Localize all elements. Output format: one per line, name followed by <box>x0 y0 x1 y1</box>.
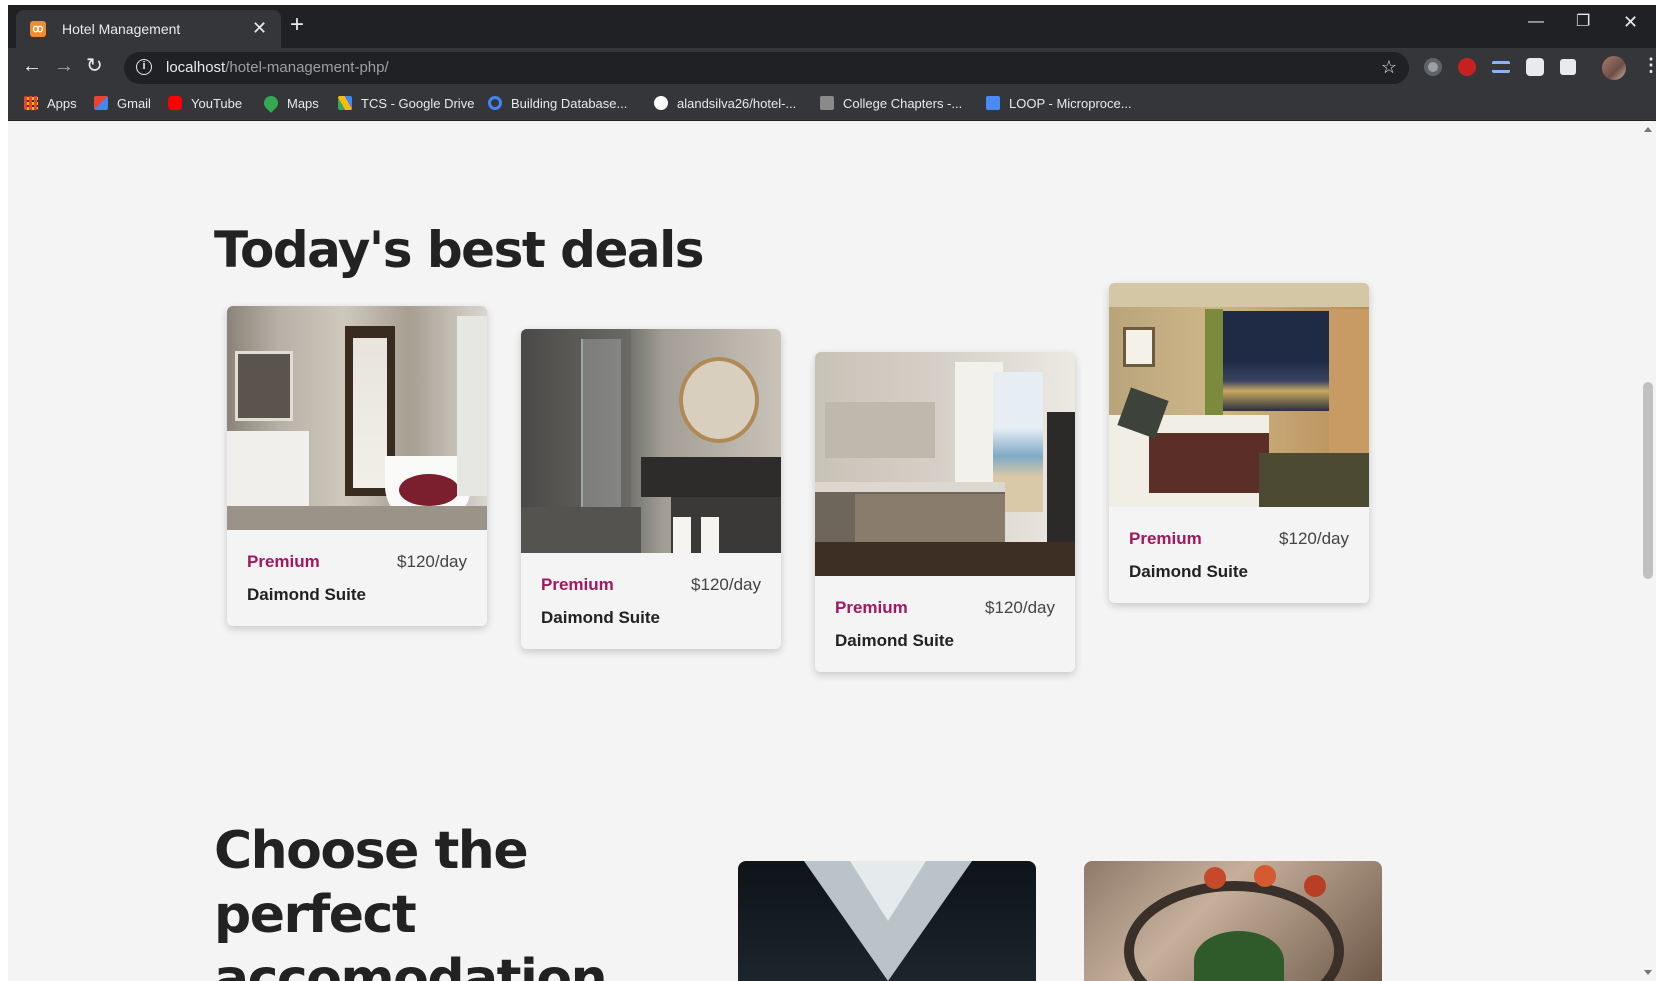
bookmark-loop-microprocessor[interactable]: LOOP - Microproce... <box>986 94 1132 114</box>
accommodation-heading: Choose the perfect accomodation <box>214 821 608 981</box>
tab-strip: ꝏ Hotel Management ✕ + — ❐ ✕ <box>8 5 1656 48</box>
site-info-icon[interactable]: i <box>136 59 152 75</box>
tab-close-icon[interactable]: ✕ <box>252 18 267 38</box>
scrollbar-thumb[interactable] <box>1643 382 1653 579</box>
card-room-name: Daimond Suite <box>835 631 955 650</box>
xampp-favicon-icon: ꝏ <box>30 21 46 37</box>
bookmark-gmail[interactable]: Gmail <box>94 94 151 114</box>
bathroom-mirror-photo <box>521 329 781 553</box>
page-viewport[interactable]: Today's best deals Premium $120/day Daim… <box>8 121 1640 981</box>
card-price: $120/day <box>985 598 1055 617</box>
deal-card-body: Premium $120/day Daimond Suite <box>815 576 1075 672</box>
card-price: $120/day <box>1279 529 1349 548</box>
deal-card[interactable]: Premium $120/day Daimond Suite <box>1109 283 1369 603</box>
bookmark-youtube[interactable]: YouTube <box>168 94 242 114</box>
bookmark-tcs-drive[interactable]: TCS - Google Drive <box>338 94 474 114</box>
deal-card[interactable]: Premium $120/day Daimond Suite <box>521 329 781 649</box>
infinity-icon <box>488 96 502 110</box>
maps-pin-icon <box>261 93 281 113</box>
forward-button[interactable]: → <box>54 54 74 78</box>
extensions-puzzle-icon[interactable] <box>1560 59 1576 75</box>
address-bar[interactable]: i localhost/hotel-management-php/ ☆ <box>124 52 1409 84</box>
browser-window: ꝏ Hotel Management ✕ + — ❐ ✕ ← → ↻ i loc… <box>8 5 1656 981</box>
deal-card-body: Premium $120/day Daimond Suite <box>1109 507 1369 603</box>
bathroom-photo <box>227 306 487 530</box>
new-tab-button[interactable]: + <box>290 13 304 37</box>
deal-card-body: Premium $120/day Daimond Suite <box>227 530 487 626</box>
card-tier-label: Premium <box>247 552 320 571</box>
url-host: localhost <box>166 59 226 76</box>
card-price: $120/day <box>397 552 467 571</box>
scroll-down-arrow-icon[interactable] <box>1644 970 1652 975</box>
spiral-staircase-plants-photo[interactable] <box>1084 861 1382 981</box>
page-scrollbar[interactable] <box>1640 121 1656 981</box>
maximize-button[interactable]: ❐ <box>1576 13 1590 31</box>
screenshot-camera-icon[interactable] <box>1526 58 1544 76</box>
cc-icon <box>820 96 834 110</box>
url-text[interactable]: localhost/hotel-management-php/ <box>166 59 389 76</box>
bookmark-building-database[interactable]: Building Database... <box>488 94 627 114</box>
extension-lines-icon[interactable] <box>1492 61 1510 73</box>
youtube-icon <box>168 96 182 110</box>
deal-card[interactable]: Premium $120/day Daimond Suite <box>815 352 1075 672</box>
github-icon <box>654 96 668 110</box>
gmail-icon <box>94 96 108 110</box>
hotel-room-night-photo <box>1109 283 1369 507</box>
url-path: /hotel-management-php/ <box>225 59 389 76</box>
bookmarks-bar: Apps Gmail YouTube Maps TCS - Google Dri… <box>8 88 1656 120</box>
browser-menu-icon[interactable]: ⋮ <box>1642 55 1656 76</box>
bookmark-college-chapters[interactable]: College Chapters -... <box>820 94 962 114</box>
close-window-button[interactable]: ✕ <box>1623 13 1638 31</box>
skylight-architecture-photo[interactable] <box>738 861 1036 981</box>
apps-grid-icon <box>24 96 38 110</box>
back-button[interactable]: ← <box>22 54 42 78</box>
bookmark-github-hotel[interactable]: alandsilva26/hotel-... <box>654 94 796 114</box>
tab-hotel-management[interactable]: ꝏ Hotel Management ✕ <box>16 10 281 48</box>
loop-doc-icon <box>986 96 1000 110</box>
card-tier-label: Premium <box>541 575 614 594</box>
browser-toolbar: ← → ↻ i localhost/hotel-management-php/ … <box>8 48 1656 88</box>
minimize-button[interactable]: — <box>1528 13 1544 31</box>
bedroom-balcony-photo <box>815 352 1075 576</box>
card-room-name: Daimond Suite <box>247 585 367 604</box>
card-tier-label: Premium <box>835 598 908 617</box>
profile-avatar[interactable] <box>1602 56 1626 80</box>
bookmark-maps[interactable]: Maps <box>261 93 319 114</box>
ublock-origin-icon[interactable] <box>1458 58 1476 76</box>
deals-heading: Today's best deals <box>214 221 705 279</box>
reload-button[interactable]: ↻ <box>86 54 103 78</box>
scroll-up-arrow-icon[interactable] <box>1644 127 1652 132</box>
extension-circle-icon[interactable] <box>1424 58 1442 76</box>
tab-title: Hotel Management <box>62 21 181 37</box>
card-room-name: Daimond Suite <box>541 608 661 627</box>
card-room-name: Daimond Suite <box>1129 562 1249 581</box>
card-price: $120/day <box>691 575 761 594</box>
card-tier-label: Premium <box>1129 529 1202 548</box>
deal-card-body: Premium $120/day Daimond Suite <box>521 553 781 649</box>
google-drive-icon <box>338 96 352 110</box>
bookmark-apps[interactable]: Apps <box>24 94 77 114</box>
bookmark-star-icon[interactable]: ☆ <box>1381 57 1397 78</box>
deal-card[interactable]: Premium $120/day Daimond Suite <box>227 306 487 626</box>
